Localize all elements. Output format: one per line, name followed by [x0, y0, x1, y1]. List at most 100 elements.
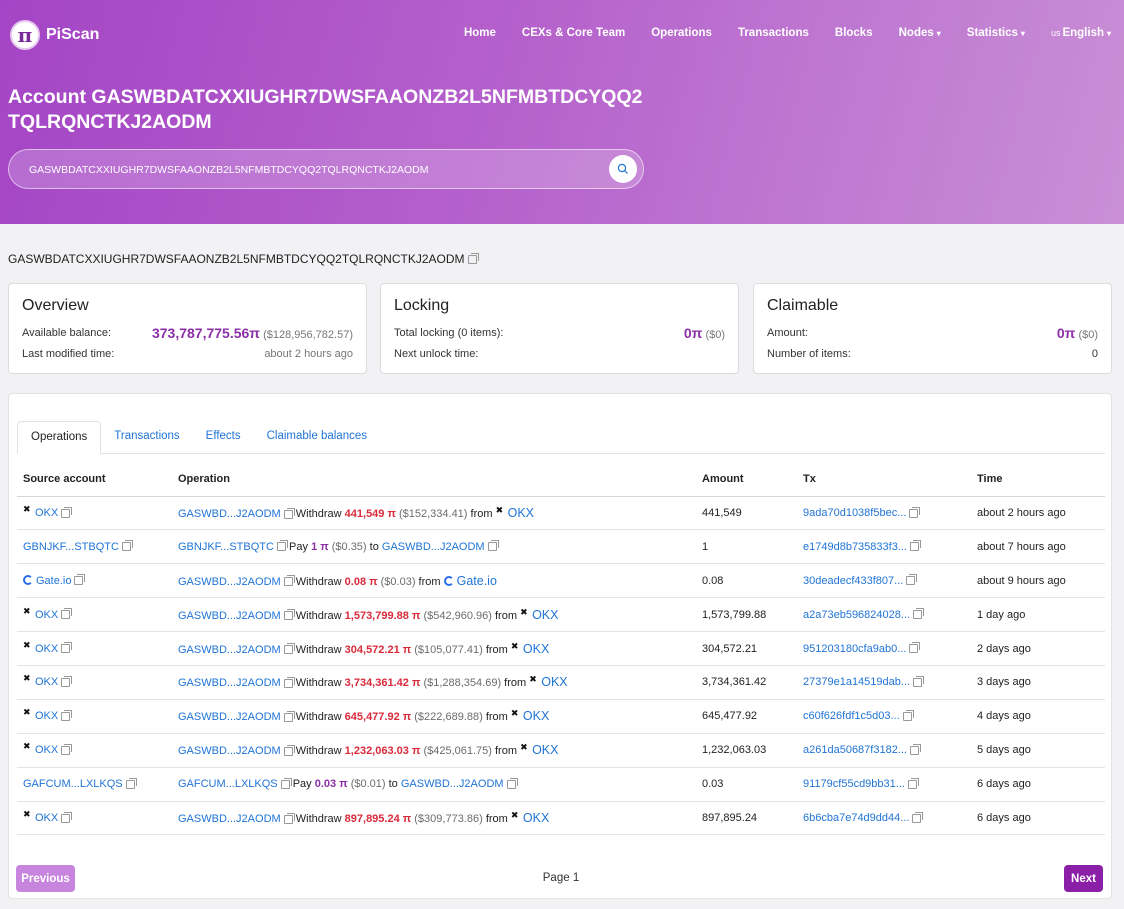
search-input[interactable]: GASWBDATCXXIUGHR7DWSFAAONZB2L5NFMBTDCYQQ…	[8, 149, 644, 189]
copy-icon[interactable]	[276, 540, 288, 552]
okx-icon	[520, 608, 528, 619]
time-cell: 4 days ago	[971, 699, 1105, 734]
source-account-link[interactable]: GAFCUM...LXLKQS	[23, 778, 123, 790]
source-account-link[interactable]: GBNJKF...STBQTC	[23, 541, 119, 553]
source-account-link[interactable]: OKX	[35, 812, 58, 824]
nav-nodes-dropdown[interactable]: Nodes ▾	[886, 27, 954, 39]
tx-hash-link[interactable]: 951203180cfa9ab0...	[803, 643, 906, 655]
nav-home[interactable]: Home	[451, 27, 509, 39]
copy-icon[interactable]	[283, 609, 295, 621]
tx-hash-link[interactable]: c60f626fdf1c5d03...	[803, 710, 900, 722]
operation-account-link[interactable]: GASWBD...J2AODM	[178, 677, 281, 689]
source-account-link[interactable]: OKX	[35, 609, 58, 621]
tx-hash-link[interactable]: 91179cf55cd9bb31...	[803, 778, 905, 790]
logo[interactable]: π PiScan	[10, 20, 99, 50]
target-account-link[interactable]: GASWBD...J2AODM	[401, 778, 504, 790]
copy-icon[interactable]	[906, 574, 918, 586]
operation-account-link[interactable]: GASWBD...J2AODM	[178, 745, 281, 757]
copy-icon[interactable]	[910, 743, 921, 755]
copy-icon[interactable]	[912, 811, 924, 823]
target-account-link[interactable]: OKX	[532, 608, 558, 622]
tx-hash-link[interactable]: 27379e1a14519dab...	[803, 676, 910, 688]
tab-transactions[interactable]: Transactions	[101, 421, 192, 453]
tx-hash-link[interactable]: a2a73eb596824028...	[803, 609, 910, 621]
copy-icon[interactable]	[283, 507, 295, 519]
source-account-link[interactable]: OKX	[35, 710, 58, 722]
copy-icon[interactable]	[61, 675, 73, 687]
copy-icon[interactable]	[61, 608, 73, 620]
copy-icon[interactable]	[280, 777, 292, 789]
claimable-amount: 0π	[1056, 324, 1076, 341]
copy-icon[interactable]	[913, 608, 925, 620]
tx-hash-link[interactable]: e1749d8b735833f3...	[803, 541, 907, 553]
operation-account-link[interactable]: GASWBD...J2AODM	[178, 711, 281, 723]
source-account-link[interactable]: OKX	[35, 744, 58, 756]
target-account-link[interactable]: GASWBD...J2AODM	[382, 541, 485, 553]
tx-hash-link[interactable]: 9ada70d1038f5bec...	[803, 507, 906, 519]
language-selector[interactable]: us English ▾	[1038, 27, 1124, 39]
search-value[interactable]: GASWBDATCXXIUGHR7DWSFAAONZB2L5NFMBTDCYQQ…	[29, 164, 428, 176]
copy-icon[interactable]	[61, 743, 73, 755]
tx-hash-link[interactable]: 30deadecf433f807...	[803, 575, 903, 587]
copy-icon[interactable]	[283, 744, 295, 756]
copy-icon[interactable]	[283, 812, 295, 824]
copy-icon[interactable]	[283, 676, 295, 688]
operation-account-link[interactable]: GBNJKF...STBQTC	[178, 541, 274, 553]
nav-statistics-dropdown[interactable]: Statistics ▾	[954, 27, 1038, 39]
copy-icon[interactable]	[487, 540, 499, 552]
pi-logo-icon: π	[10, 20, 40, 50]
copy-icon[interactable]	[283, 710, 295, 722]
operation-account-link[interactable]: GASWBD...J2AODM	[178, 576, 281, 588]
nav-blocks[interactable]: Blocks	[822, 27, 886, 39]
tx-hash-link[interactable]: 6b6cba7e74d9dd44...	[803, 812, 909, 824]
source-account-link[interactable]: OKX	[35, 676, 58, 688]
claimable-title: Claimable	[767, 297, 839, 314]
operation-account-link[interactable]: GASWBD...J2AODM	[178, 508, 281, 520]
nav-operations[interactable]: Operations	[638, 27, 725, 39]
operation-account-link[interactable]: GASWBD...J2AODM	[178, 610, 281, 622]
nav-cexs-core-team[interactable]: CEXs & Core Team	[509, 27, 638, 39]
operation-account-link[interactable]: GASWBD...J2AODM	[178, 813, 281, 825]
target-account-link[interactable]: OKX	[541, 675, 567, 689]
copy-icon[interactable]	[910, 540, 921, 552]
okx-icon	[511, 811, 519, 822]
copy-icon[interactable]	[61, 506, 73, 518]
operation-account-link[interactable]: GASWBD...J2AODM	[178, 644, 281, 656]
table-row: OKX GASWBD...J2AODM Withdraw 645,477.92 …	[17, 699, 1105, 734]
search-button[interactable]	[609, 155, 637, 183]
copy-icon[interactable]	[61, 709, 73, 721]
source-account-link[interactable]: Gate.io	[36, 575, 71, 587]
tab-claimable-balances[interactable]: Claimable balances	[254, 421, 380, 453]
operation-account-link[interactable]: GAFCUM...LXLKQS	[178, 778, 278, 790]
target-account-link[interactable]: OKX	[523, 709, 549, 723]
copy-icon[interactable]	[74, 574, 86, 586]
next-page-button[interactable]: Next	[1064, 865, 1103, 892]
copy-icon[interactable]	[506, 777, 518, 789]
copy-icon[interactable]	[909, 642, 921, 654]
copy-icon[interactable]	[125, 777, 137, 789]
copy-icon[interactable]	[913, 675, 925, 687]
copy-icon[interactable]	[283, 643, 295, 655]
tab-effects[interactable]: Effects	[193, 421, 254, 453]
source-account-link[interactable]: OKX	[35, 643, 58, 655]
target-account-link[interactable]: OKX	[532, 743, 558, 757]
copy-icon[interactable]	[909, 506, 921, 518]
target-account-link[interactable]: OKX	[523, 811, 549, 825]
amount-cell: 1,573,799.88	[696, 597, 797, 633]
copy-icon[interactable]	[283, 575, 295, 587]
target-account-link[interactable]: OKX	[523, 642, 549, 656]
copy-icon[interactable]	[467, 253, 479, 265]
copy-icon[interactable]	[902, 709, 914, 721]
copy-icon[interactable]	[907, 777, 919, 789]
okx-icon	[23, 505, 31, 516]
copy-icon[interactable]	[121, 540, 133, 552]
copy-icon[interactable]	[61, 811, 73, 823]
target-account-link[interactable]: OKX	[508, 506, 534, 520]
source-account-link[interactable]: OKX	[35, 507, 58, 519]
nav-transactions[interactable]: Transactions	[725, 27, 822, 39]
tx-hash-link[interactable]: a261da50687f3182...	[803, 744, 907, 756]
target-account-link[interactable]: Gate.io	[457, 574, 497, 588]
copy-icon[interactable]	[61, 642, 73, 654]
tab-operations[interactable]: Operations	[17, 421, 102, 454]
tab-bar: Operations Transactions Effects Claimabl…	[17, 421, 1105, 454]
